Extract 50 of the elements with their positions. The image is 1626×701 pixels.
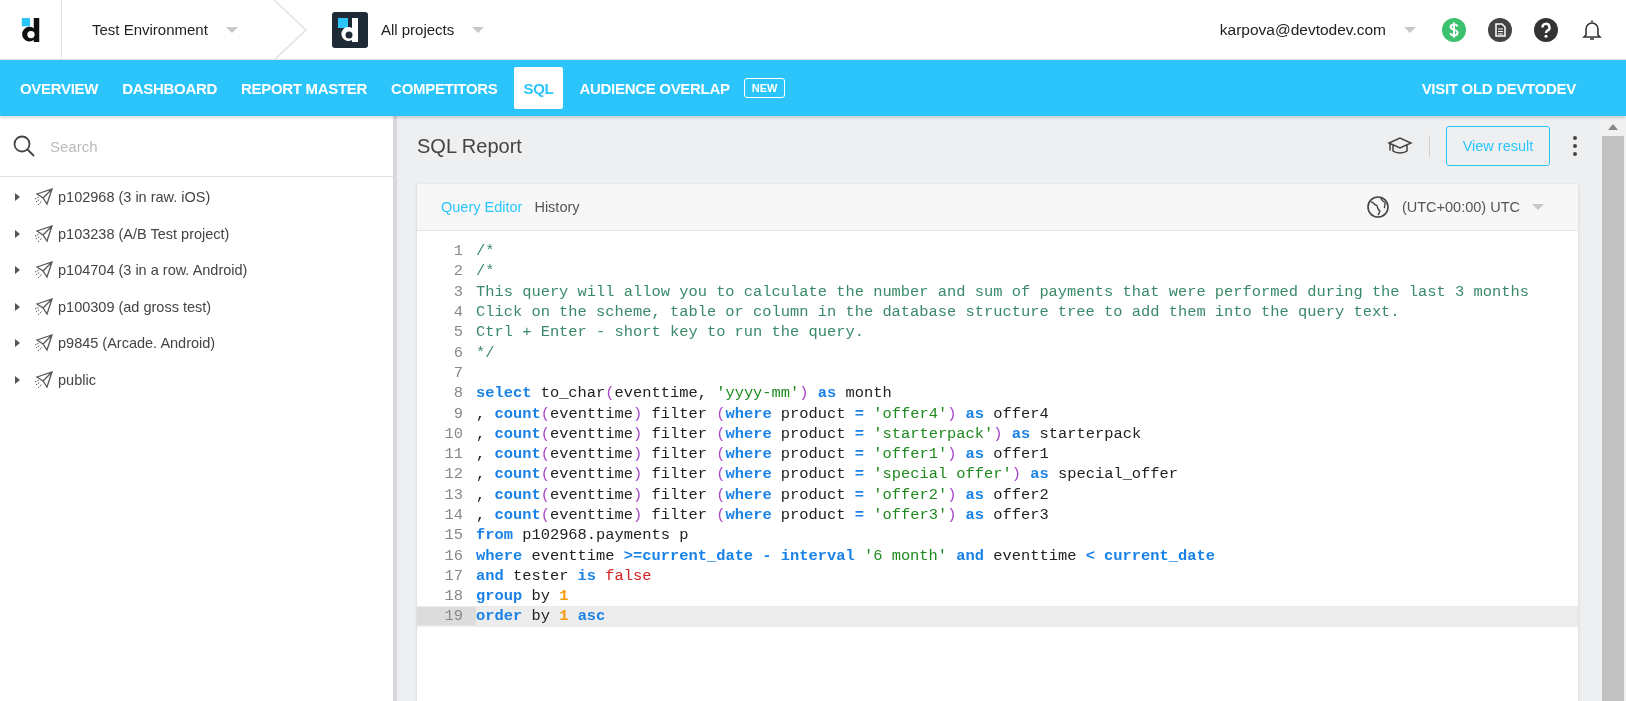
user-dropdown[interactable]: karpova@devtodev.com [1219,20,1416,39]
line-number: 11 [443,445,464,464]
line-number: 8 [452,384,464,403]
editor-tab[interactable]: History [534,199,580,215]
code-line: group by 1 [476,587,569,606]
line-number: 17 [443,566,464,585]
code-line: and tester is false [476,566,652,585]
line-number: 4 [452,303,464,322]
code-line: , count(eventtime) filter (where product = 'offer1') as offer1 [476,445,1049,464]
code-line: /* [476,242,495,261]
line-number: 13 [443,485,464,504]
line-number: 2 [452,262,464,281]
code-line: , count(eventtime) filter (where product = 'special offer') as special_offer [476,465,1179,484]
line-number: 14 [443,506,464,524]
tree-item[interactable]: public [58,371,96,388]
line-number: 6 [452,343,464,362]
code-line: select to_char(eventtime, 'yyyy-mm') as month [476,384,892,403]
line-number: 18 [443,587,464,606]
line-number: 1 [452,242,464,261]
line-number: 19 [417,607,476,626]
line-number: 10 [443,424,464,443]
code-line: This query will allow you to calculate the number and sum of payments that were performed during the last 3 months [476,282,1529,301]
code-line: */ [476,343,495,362]
line-number: 9 [452,404,464,423]
line-number: 12 [443,465,464,484]
line-number: 16 [443,546,464,565]
code-line: , count(eventtime) filter (where product = 'offer3') as offer3 [476,506,1049,524]
timezone-dropdown[interactable]: (UTC+00:00) UTC [1401,199,1544,215]
line-number: 3 [452,282,464,301]
code-line: /* [476,262,495,281]
code-line: Ctrl + Enter - short key to run the query. [476,323,864,342]
line-number: 5 [452,323,464,342]
tree-item[interactable]: p104704 (3 in a row. Android) [58,262,248,279]
environment-dropdown[interactable]: Test Environment [92,21,238,38]
code-line: from p102968.payments p [476,526,689,545]
tree-item[interactable]: p100309 (ad gross test) [58,298,212,315]
line-number: 7 [452,363,464,382]
code-line: , count(eventtime) filter (where product = 'starterpack') as starterpack [476,424,1142,443]
line-number: 15 [443,526,464,545]
code-line: order by 1 asc [476,607,606,626]
code-line: , count(eventtime) filter (where product = 'offer4') as offer4 [476,404,1049,423]
code-line: , count(eventtime) filter (where product = 'offer2') as offer2 [476,485,1049,504]
code-line: where eventtime >=current_date - interval '6 month' and eventtime < current_date [476,546,1215,565]
tree-item[interactable]: p103238 (A/B Test project) [58,225,230,242]
report-title: SQL Report [417,134,522,158]
tree-item[interactable]: p9845 (Arcade. Android) [58,335,216,352]
project-dropdown[interactable]: All projects [380,21,485,38]
new-badge: NEW [743,78,786,98]
tree-item[interactable]: p102968 (3 in raw. iOS) [58,189,211,206]
code-line: Click on the scheme, table or column in the database structure tree to add them into the query text. [476,303,1400,322]
